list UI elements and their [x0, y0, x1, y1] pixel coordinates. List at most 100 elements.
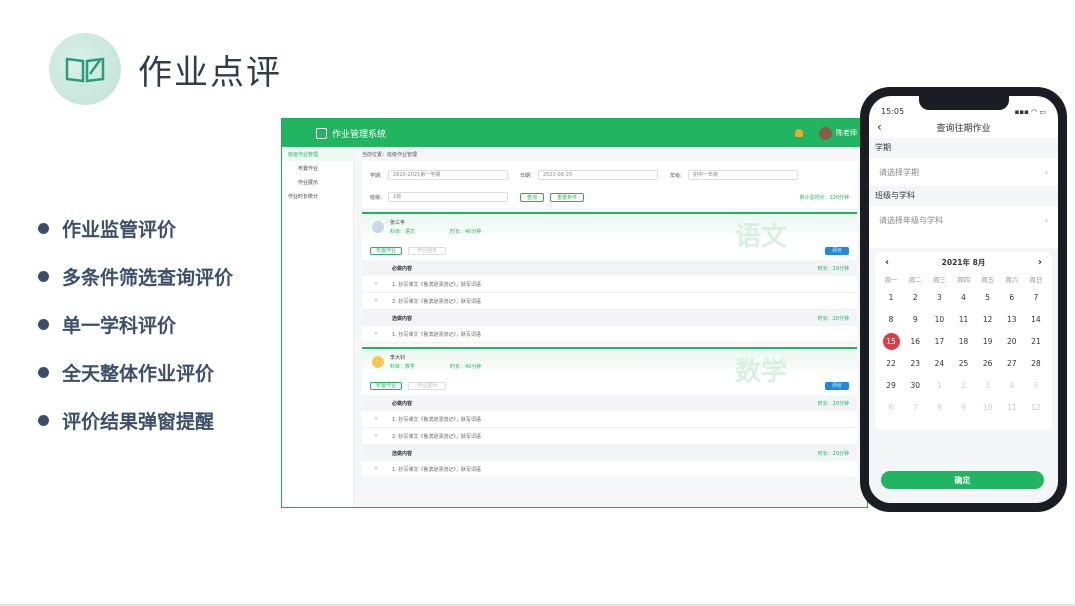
calendar-day[interactable]: 7 [903, 396, 927, 418]
close-icon[interactable]: × [374, 416, 392, 422]
sidebar-item-assign[interactable]: 布置作业 [282, 161, 353, 175]
bell-icon[interactable] [795, 129, 803, 137]
reset-button[interactable]: 重置条件 [550, 192, 585, 202]
calendar-day[interactable]: 16 [903, 330, 927, 352]
desktop-screenshot: 作业管理系统 陈老师 班级作业管理 布置作业 作业展示 作业时长统计 当前位置：… [281, 118, 868, 508]
calendar-day[interactable]: 25 [951, 352, 975, 374]
sidebar-item-display[interactable]: 作业展示 [282, 175, 353, 189]
filter-panel: 学期: 2020-2021第一学期 日期: 2021-08-20 年级: 初中一… [362, 161, 857, 208]
calendar-day[interactable]: 15 [879, 330, 903, 352]
subject-watermark: 数学 [734, 357, 787, 387]
calendar-day[interactable]: 1 [927, 374, 951, 396]
next-month-icon[interactable]: › [1038, 257, 1042, 268]
calendar-day[interactable]: 24 [927, 352, 951, 374]
term-select[interactable]: 2020-2021第一学期 [388, 170, 508, 180]
feature-item: 作业监管评价 [38, 204, 233, 252]
calendar-day[interactable]: 26 [976, 352, 1000, 374]
calendar-day[interactable]: 10 [976, 396, 1000, 418]
calendar-day[interactable]: 20 [1000, 330, 1024, 352]
calendar-day[interactable]: 13 [1000, 308, 1024, 330]
calendar-day[interactable]: 12 [976, 308, 1000, 330]
bullet-icon [38, 222, 49, 234]
term-select[interactable]: 请选择学期 › [869, 158, 1058, 186]
feature-item: 单一学科评价 [38, 300, 233, 348]
class-select[interactable]: 1班 [388, 192, 508, 202]
calendar-day[interactable]: 18 [951, 330, 975, 352]
date-picker[interactable]: 2021-08-20 [538, 170, 658, 180]
calendar-day[interactable]: 5 [976, 286, 1000, 308]
calendar-day[interactable]: 6 [879, 396, 903, 418]
class-select[interactable]: 请选择年级与学科 › [869, 206, 1058, 234]
page-title: 作业点评 [138, 53, 282, 93]
calendar-day[interactable]: 30 [903, 374, 927, 396]
sidebar-item-homework-manage[interactable]: 班级作业管理 [282, 147, 353, 161]
display-button[interactable]: 作业展示 [408, 382, 447, 390]
calendar-day[interactable]: 22 [879, 352, 903, 374]
calendar-day[interactable]: 5 [1024, 374, 1048, 396]
weekday-label: 周四 [956, 276, 970, 284]
weekday-label: 周一 [884, 276, 898, 284]
back-icon[interactable]: ‹ [877, 120, 882, 134]
close-icon[interactable]: × [374, 331, 392, 337]
calendar-day[interactable]: 28 [1024, 352, 1048, 374]
calendar-day[interactable]: 3 [976, 374, 1000, 396]
close-icon[interactable]: × [374, 466, 392, 472]
calendar-day[interactable]: 17 [927, 330, 951, 352]
prev-month-icon[interactable]: ‹ [885, 257, 889, 268]
assign-button[interactable]: 布置作业 [370, 247, 403, 255]
display-button[interactable]: 作业展示 [408, 247, 447, 255]
confirm-button[interactable]: 确定 [881, 471, 1044, 489]
calendar-day[interactable]: 23 [903, 352, 927, 374]
calendar-day[interactable]: 9 [903, 308, 927, 330]
calendar-day[interactable]: 6 [1000, 286, 1024, 308]
calendar-day[interactable]: 11 [1000, 396, 1024, 418]
weekday-label: 周五 [981, 276, 995, 284]
calendar-day[interactable]: 29 [879, 374, 903, 396]
calendar-day[interactable]: 10 [927, 308, 951, 330]
bullet-icon [38, 318, 49, 330]
calendar-day[interactable]: 8 [927, 396, 951, 418]
grade-select[interactable]: 初中一年级 [688, 170, 798, 180]
book-icon [49, 33, 121, 105]
calendar-day[interactable]: 9 [951, 396, 975, 418]
calendar-day[interactable]: 11 [951, 308, 975, 330]
homework-card: 张三丰 科目：语文 时长：40分钟 语文 布置作业 作业展示 评价 必做内容 时长：… [362, 212, 857, 343]
calendar-day[interactable]: 27 [1000, 352, 1024, 374]
close-icon[interactable]: × [374, 298, 392, 304]
calendar-day[interactable]: 4 [951, 286, 975, 308]
evaluate-button[interactable]: 评价 [825, 247, 849, 255]
close-icon[interactable]: × [374, 433, 392, 439]
calendar-day[interactable]: 4 [1000, 374, 1024, 396]
bullet-icon [38, 270, 49, 282]
calendar-day[interactable]: 14 [1024, 308, 1048, 330]
calendar-overlay: ‹ 2021年 8月 › 周一 周二 周三 周四 周五 周六 周日 1 2 3 4 5 6 7 8 9 10 11… [869, 248, 1058, 503]
avatar[interactable] [819, 126, 832, 140]
breadcrumb: 当前位置：班级作业管理 [362, 152, 418, 158]
calendar-day[interactable]: 19 [976, 330, 1000, 352]
signal-icon: ▪▪▪ ◠ ▭ [1014, 108, 1046, 116]
task-item: × 1. 抄写课文《鲁滨逊漂流记》，默写词语 [362, 411, 857, 428]
assign-button[interactable]: 布置作业 [370, 382, 403, 390]
status-time: 15:05 [881, 107, 905, 116]
calendar-day[interactable]: 1 [879, 286, 903, 308]
calendar-day[interactable]: 2 [903, 286, 927, 308]
sidebar: 班级作业管理 布置作业 作业展示 作业时长统计 [282, 147, 354, 507]
subject-watermark: 语文 [734, 222, 787, 252]
user-name[interactable]: 陈老师 [836, 128, 857, 138]
weekday-label: 周三 [932, 276, 946, 284]
calendar-day[interactable]: 2 [951, 374, 975, 396]
close-icon[interactable]: × [374, 281, 392, 287]
calendar-day[interactable]: 8 [879, 308, 903, 330]
calendar-day[interactable]: 7 [1024, 286, 1048, 308]
teacher-avatar [372, 356, 384, 368]
calendar-day[interactable]: 12 [1024, 396, 1048, 418]
calendar: ‹ 2021年 8月 › 周一 周二 周三 周四 周五 周六 周日 1 2 3 4 5 6 7 8 9 10 11… [875, 252, 1052, 430]
calendar-day[interactable]: 3 [927, 286, 951, 308]
search-button[interactable]: 查询 [520, 192, 545, 202]
task-item: × 1. 抄写课文《鲁滨逊漂流记》，默写词语 [362, 276, 857, 293]
calendar-day[interactable]: 21 [1024, 330, 1048, 352]
sidebar-item-stats[interactable]: 作业时长统计 [282, 189, 353, 203]
evaluate-button[interactable]: 评价 [825, 382, 849, 390]
phone-notch [919, 96, 1009, 110]
feature-item: 多条件筛选查询评价 [38, 252, 233, 300]
